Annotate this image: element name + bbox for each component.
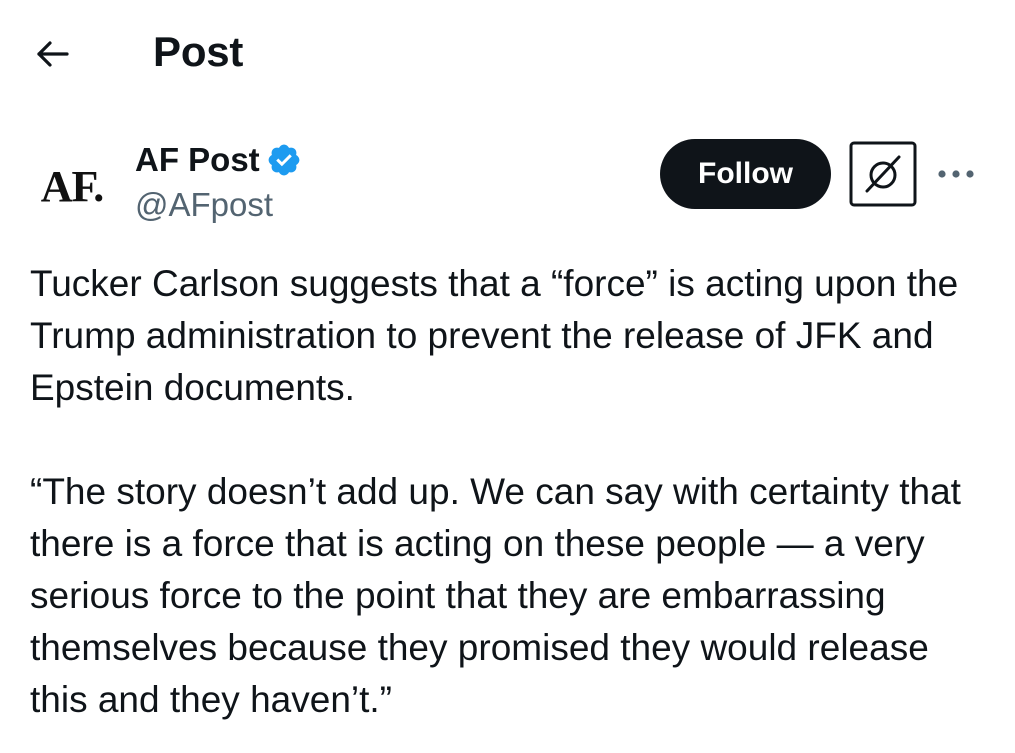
top-bar: Post	[0, 0, 1015, 110]
page-title: Post	[153, 28, 244, 75]
post-text: Tucker Carlson suggests that a “force” i…	[30, 258, 990, 726]
more-horizontal-icon	[938, 170, 974, 178]
follow-button[interactable]: Follow	[660, 139, 831, 209]
more-options-button[interactable]	[930, 154, 982, 194]
grok-button[interactable]	[849, 141, 917, 207]
arrow-left-icon	[37, 41, 69, 67]
author-display-name[interactable]: AF Post	[135, 141, 302, 179]
post-paragraph: “The story doesn’t add up. We can say wi…	[30, 471, 972, 720]
avatar[interactable]: AF.	[30, 142, 114, 226]
verified-badge-icon	[268, 144, 300, 176]
post-author-row: AF. AF Post @AFpost Follow	[0, 130, 1015, 230]
back-button[interactable]	[30, 34, 74, 74]
post-paragraph: Tucker Carlson suggests that a “force” i…	[30, 263, 968, 408]
avatar-logo-text: AF.	[40, 161, 105, 211]
grok-icon	[849, 141, 917, 207]
author-handle[interactable]: @AFpost	[135, 186, 273, 224]
display-name-text: AF Post	[135, 141, 260, 178]
